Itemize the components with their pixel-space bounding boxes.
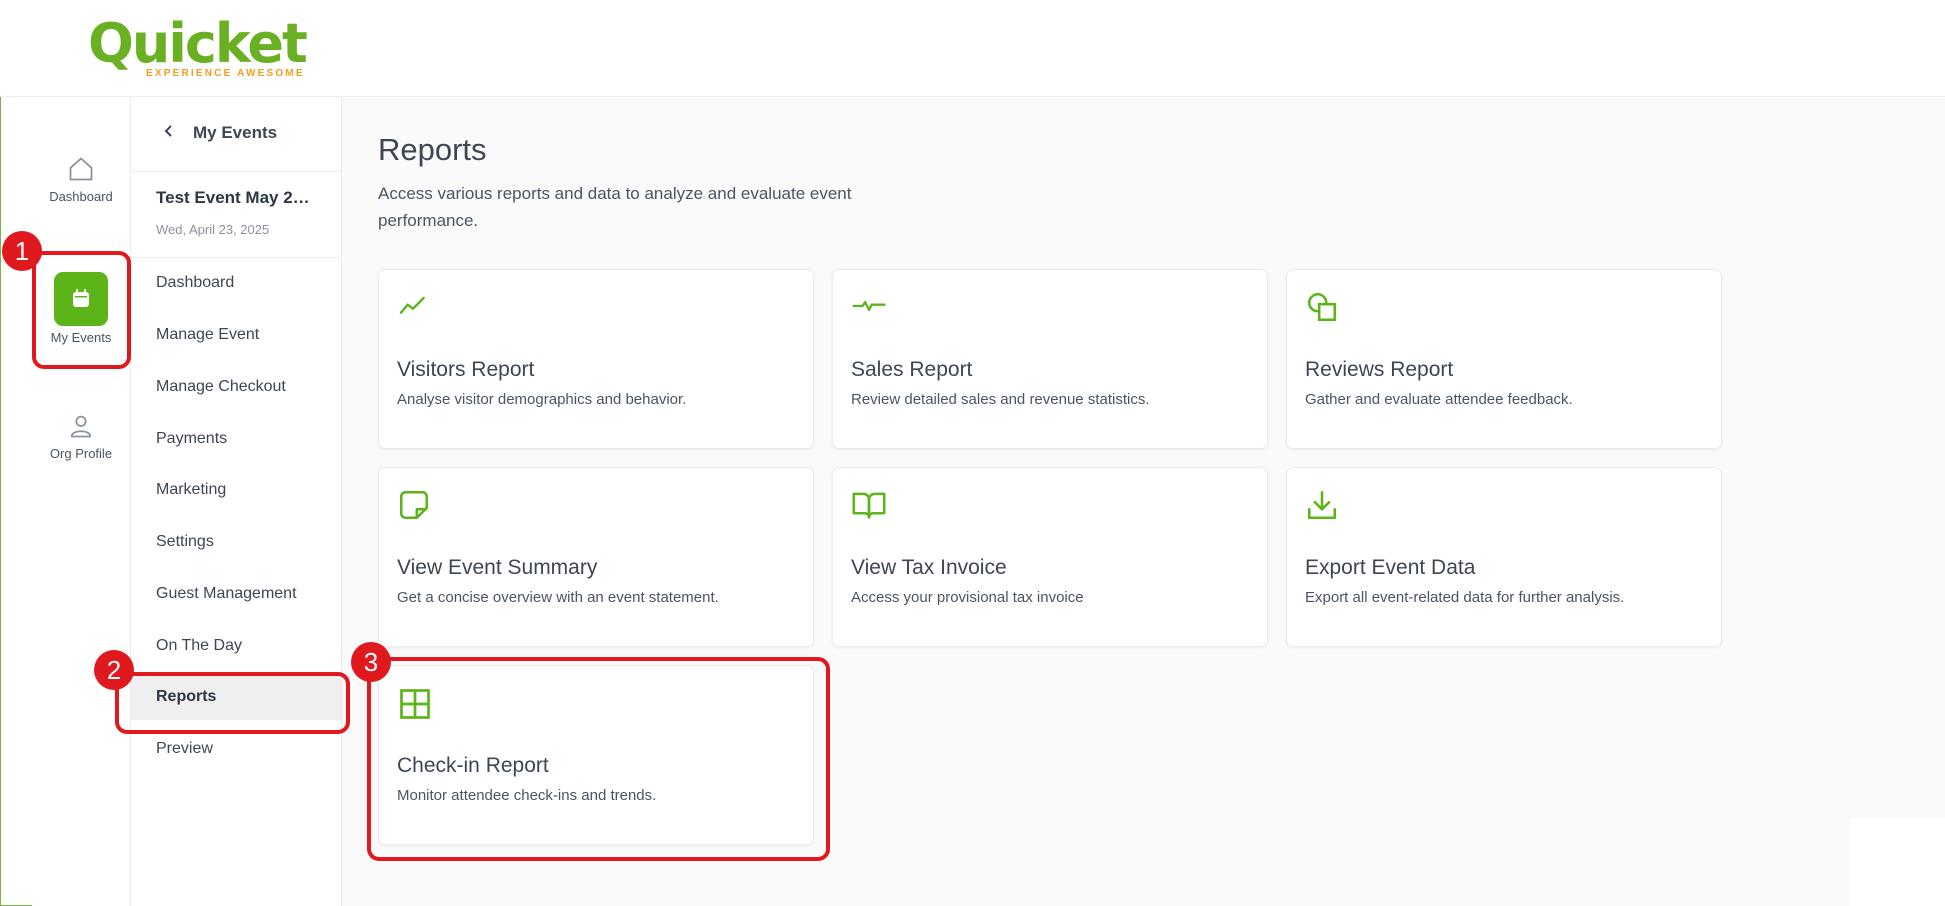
subnav-item-preview[interactable]: Preview	[131, 728, 341, 772]
trend-line-icon	[399, 296, 425, 314]
subnav-label: Preview	[156, 740, 213, 757]
subnav-item-payments[interactable]: Payments	[131, 418, 341, 462]
card-visitors-report[interactable]: Visitors Report Analyse visitor demograp…	[378, 269, 814, 449]
back-to-my-events[interactable]: My Events	[131, 97, 341, 172]
shapes-icon	[1307, 292, 1337, 322]
home-icon	[69, 157, 93, 181]
subnav-label: Manage Checkout	[156, 378, 286, 395]
logo-wordmark: Quicket	[88, 12, 308, 75]
annotation-badge-3: 3	[351, 642, 391, 682]
annotation-badge-2: 2	[94, 650, 134, 690]
card-export-event-data[interactable]: Export Event Data Export all event-relat…	[1286, 467, 1722, 647]
event-date: Wed, April 23, 2025	[156, 222, 270, 237]
sticky-note-icon	[399, 490, 429, 520]
subnav-item-marketing[interactable]: Marketing	[131, 469, 341, 513]
card-reviews-report[interactable]: Reviews Report Gather and evaluate atten…	[1286, 269, 1722, 449]
page-description: Access various reports and data to analy…	[378, 184, 852, 230]
highlight-reports-nav	[115, 672, 350, 734]
icon-rail: Dashboard My Events Org Profile	[32, 97, 131, 906]
subnav-label: Manage Event	[156, 326, 260, 343]
subnav-label: Guest Management	[156, 585, 297, 602]
card-title: Reviews Report	[1305, 358, 1454, 381]
subnav-label: Payments	[156, 430, 228, 447]
quicket-logo[interactable]: Quicket EXPERIENCE AWESOME	[88, 12, 308, 80]
card-title: View Tax Invoice	[851, 556, 1007, 579]
page-title: Reports	[378, 132, 487, 167]
card-sales-report[interactable]: Sales Report Review detailed sales and r…	[832, 269, 1268, 449]
subnav-label: Dashboard	[156, 274, 235, 291]
card-description: Review detailed sales and revenue statis…	[851, 391, 1150, 408]
open-book-icon	[852, 492, 886, 519]
subnav-label: Settings	[156, 533, 214, 550]
card-view-tax-invoice[interactable]: View Tax Invoice Access your provisional…	[832, 467, 1268, 647]
event-name: Test Event May 2…	[156, 188, 310, 207]
subnav-label: Marketing	[156, 481, 227, 498]
card-description: Gather and evaluate attendee feedback.	[1305, 391, 1573, 408]
card-title: Visitors Report	[397, 358, 535, 381]
download-icon	[1307, 490, 1337, 520]
back-label: My Events	[193, 123, 278, 142]
subnav-item-dashboard[interactable]: Dashboard	[131, 262, 341, 306]
highlight-my-events	[32, 251, 131, 369]
card-title: View Event Summary	[397, 556, 598, 579]
event-info: Test Event May 2… Wed, April 23, 2025	[131, 172, 341, 258]
card-title: Sales Report	[851, 358, 973, 381]
event-subnav: My Events Test Event May 2… Wed, April 2…	[131, 97, 342, 906]
subnav-item-manage-checkout[interactable]: Manage Checkout	[131, 366, 341, 410]
subnav-item-on-the-day[interactable]: On The Day	[131, 625, 341, 669]
subnav-label: On The Day	[156, 637, 242, 654]
card-description: Analyse visitor demographics and behavio…	[397, 391, 687, 408]
highlight-check-in-card	[367, 657, 830, 861]
rail-item-org-profile[interactable]: Org Profile	[32, 412, 130, 461]
card-title: Export Event Data	[1305, 556, 1476, 579]
card-view-event-summary[interactable]: View Event Summary Get a concise overvie…	[378, 467, 814, 647]
subnav-item-settings[interactable]: Settings	[131, 521, 341, 565]
subnav-item-manage-event[interactable]: Manage Event	[131, 314, 341, 358]
subnav-item-guest-management[interactable]: Guest Management	[131, 573, 341, 617]
logo-tagline: EXPERIENCE AWESOME	[146, 68, 305, 79]
annotation-badge-1: 1	[2, 231, 42, 271]
rail-label-org-profile: Org Profile	[49, 446, 113, 461]
activity-pulse-icon	[852, 300, 886, 312]
card-description: Get a concise overview with an event sta…	[397, 589, 719, 606]
card-description: Access your provisional tax invoice	[851, 589, 1084, 606]
top-header: Quicket EXPERIENCE AWESOME	[0, 0, 1945, 97]
rail-item-dashboard[interactable]: Dashboard	[32, 155, 130, 204]
rail-label-dashboard: Dashboard	[49, 189, 113, 204]
user-icon	[70, 415, 92, 438]
corner-overlay	[1850, 818, 1945, 906]
chevron-left-icon	[164, 125, 172, 137]
card-description: Export all event-related data for furthe…	[1305, 589, 1625, 606]
